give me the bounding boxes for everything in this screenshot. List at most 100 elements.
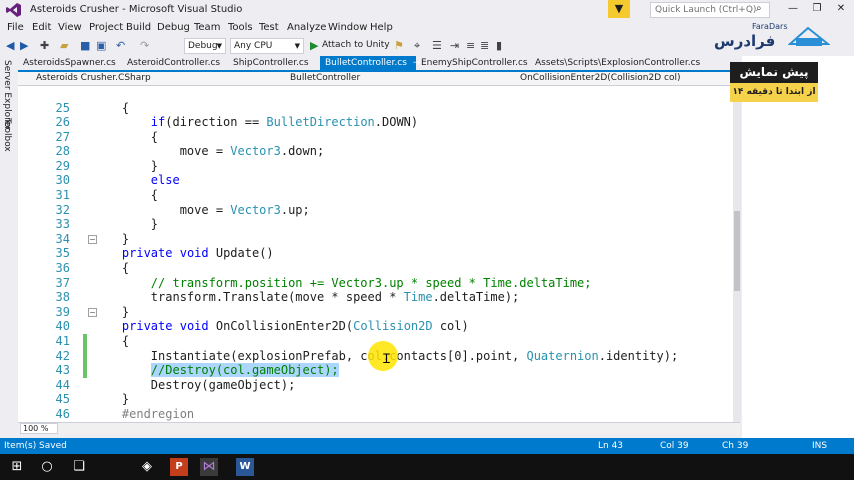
powerpoint-icon[interactable]: P [170,458,188,476]
code-line-40: 40 private void OnCollisionEnter2D(Colli… [55,319,469,333]
menu-edit[interactable]: Edit [32,22,51,33]
tab-explosion-controller[interactable]: Assets\Scripts\ExplosionController.cs [530,56,740,70]
chevron-down-icon: ▼ [216,42,222,50]
save-all-icon[interactable]: ▣ [96,39,106,52]
scrollbar-thumb[interactable] [734,211,740,291]
visual-studio-logo-icon [6,3,21,17]
menu-view[interactable]: View [58,22,82,33]
code-editor[interactable]: 25 { 26 if(direction == BulletDirection.… [18,86,733,422]
notification-filter-icon[interactable]: ▼ [608,0,630,18]
code-line-36: 36 { [55,261,130,275]
navigation-bar: Asteroids Crusher.CSharp BulletControlle… [18,72,740,86]
toolbox-tab[interactable]: Toolbox [2,118,12,152]
code-line-33: 33 } [55,217,159,231]
search-icon[interactable]: ⌕ [756,3,762,14]
zoom-select[interactable]: 100 % [20,423,58,434]
code-line-27: 27 { [55,130,159,144]
uncomment-icon[interactable]: ≣ [480,39,489,52]
menu-help[interactable]: Help [370,22,393,33]
preview-subtitle: از ابتدا تا دقیقه ۱۴ [730,83,818,102]
menu-team[interactable]: Team [194,22,220,33]
close-button[interactable]: ✕ [832,2,850,16]
menu-test[interactable]: Test [259,22,279,33]
open-file-icon[interactable]: ▰ [60,39,68,52]
editor-bottom-bar: 100 % [18,422,740,434]
forward-icon[interactable]: ▶ [20,39,28,52]
code-line-35: 35 private void Update() [55,246,274,260]
platform-select[interactable]: Any CPU ▼ [230,38,304,54]
status-char: Ch 39 [722,441,749,451]
menu-debug[interactable]: Debug [157,22,190,33]
new-project-icon[interactable]: ✚ [40,39,49,52]
code-line-25: 25 { [55,101,130,115]
title-bar: Asteroids Crusher - Microsoft Visual Stu… [0,0,854,20]
document-tabs: AsteroidsSpawner.cs AsteroidController.c… [18,56,738,70]
preview-badge: پیش نمایش از ابتدا تا دقیقه ۱۴ [730,62,818,102]
unity-icon[interactable]: ◈ [138,458,156,476]
undo-icon[interactable]: ↶ [116,39,125,52]
preview-title: پیش نمایش [730,62,818,83]
brand-name: FaraDars [752,22,788,31]
code-line-28: 28 move = Vector3.down; [55,144,325,158]
redo-icon[interactable]: ↷ [140,39,149,52]
align-icon[interactable]: ☰ [432,39,442,52]
member-dropdown[interactable]: OnCollisionEnter2D(Collision2D col) [504,72,740,85]
task-view-icon[interactable]: ❏ [70,458,88,476]
fold-toggle-icon[interactable]: − [88,308,97,317]
code-line-37: 37 // transform.position += Vector3.up *… [55,276,592,290]
tab-asteroid-controller[interactable]: AsteroidController.cs [122,56,228,70]
menu-file[interactable]: File [7,22,24,33]
code-line-47: 47} [18,407,733,422]
fold-toggle-icon[interactable]: − [88,235,97,244]
search-circle-icon[interactable]: ○ [38,458,56,476]
status-message: Item(s) Saved [4,441,67,451]
class-dropdown[interactable]: BulletController [274,72,512,85]
side-rail: Server Explorer Toolbox [0,56,18,436]
project-dropdown[interactable]: Asteroids Crusher.CSharp [20,72,270,85]
window-title: Asteroids Crusher - Microsoft Visual Stu… [30,4,243,15]
faradars-logo: FaraDars فرادرس [710,20,834,54]
status-bar: Item(s) Saved Ln 43 Col 39 Ch 39 INS [0,438,854,454]
word-icon[interactable]: W [236,458,254,476]
breakpoint-icon[interactable]: ⚑ [394,39,404,52]
menu-window[interactable]: Window [328,22,367,33]
tab-ship-controller[interactable]: ShipController.cs [228,56,320,70]
right-panel [742,56,854,438]
configuration-select[interactable]: Debug ▼ [184,38,226,54]
code-line-31: 31 { [55,188,159,202]
back-icon[interactable]: ◀ [6,39,14,52]
menu-analyze[interactable]: Analyze [287,22,326,33]
tab-bullet-controller[interactable]: BulletController.cs ⊸ ✕ [320,56,432,70]
code-line-41: 41 { [55,334,130,348]
windows-start-icon[interactable]: ⊞ [8,458,26,476]
comment-icon[interactable]: ≡ [466,39,475,52]
faradars-emblem-icon [788,26,830,46]
tab-enemy-ship-controller[interactable]: EnemyShipController.cs [416,56,534,70]
play-icon[interactable]: ▶ [310,39,318,52]
menu-project[interactable]: Project [89,22,123,33]
find-icon[interactable]: ⌖ [414,39,420,53]
visual-studio-taskbar-icon[interactable]: ⋈ [200,458,218,476]
code-line-26: 26 if(direction == BulletDirection.DOWN) [55,115,419,129]
code-line-45: 45 } [55,392,130,406]
status-insert-mode: INS [812,441,828,451]
quick-launch-input[interactable]: Quick Launch (Ctrl+Q) [650,2,770,18]
status-line: Ln 43 [598,441,624,451]
code-line-39: 39 } [55,305,130,319]
brand-persian-name: فرادرس [714,32,776,50]
save-icon[interactable]: ■ [80,39,90,52]
tab-asteroids-spawner[interactable]: AsteroidsSpawner.cs [18,56,122,70]
windows-taskbar: ⊞ ○ ❏ ◈ P ⋈ W [0,454,854,480]
platform-value: Any CPU [234,41,273,51]
menu-build[interactable]: Build [126,22,151,33]
bookmark-icon[interactable]: ▮ [496,39,502,52]
minimize-button[interactable]: — [784,2,802,16]
configuration-value: Debug [188,41,218,51]
restore-button[interactable]: ❐ [808,2,826,16]
attach-to-unity-button[interactable]: Attach to Unity [322,40,390,50]
vertical-scrollbar[interactable] [733,86,741,422]
code-line-32: 32 move = Vector3.up; [55,203,310,217]
menu-tools[interactable]: Tools [228,22,253,33]
status-column: Col 39 [660,441,689,451]
indent-icon[interactable]: ⇥ [450,39,459,52]
